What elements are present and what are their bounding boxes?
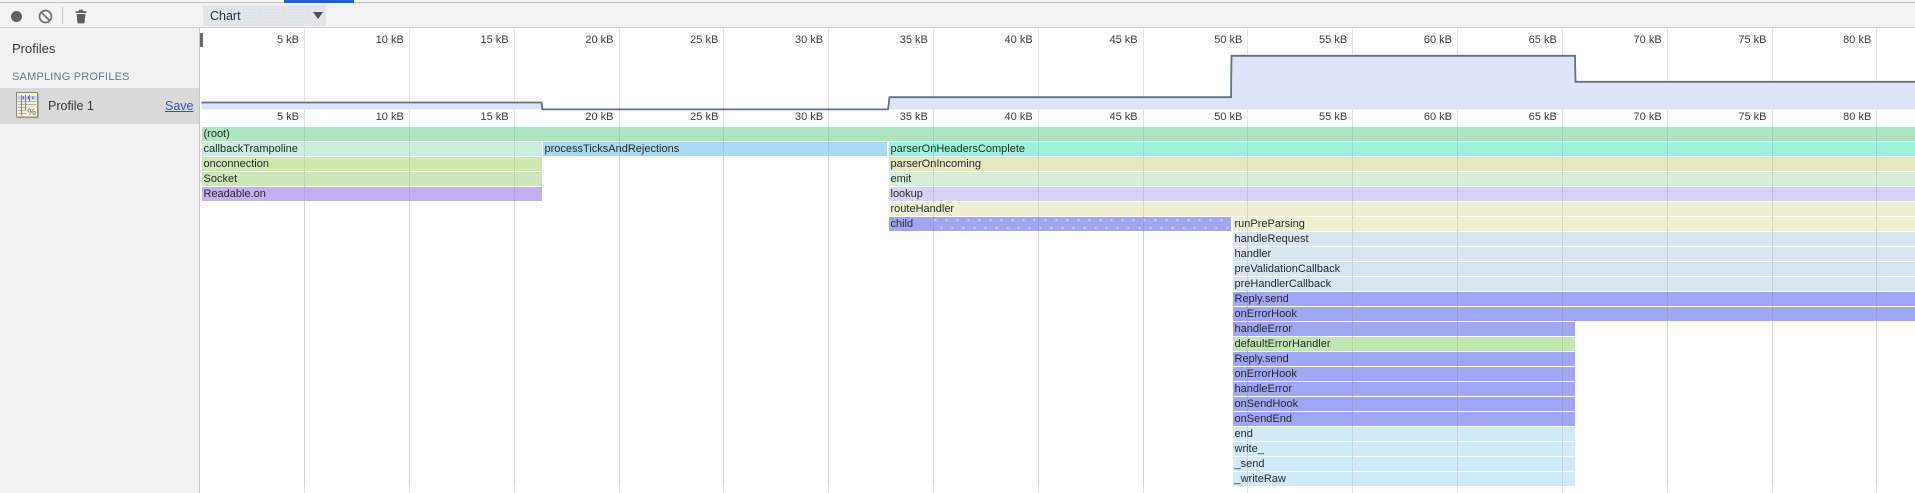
svg-text:%: % — [28, 107, 37, 118]
